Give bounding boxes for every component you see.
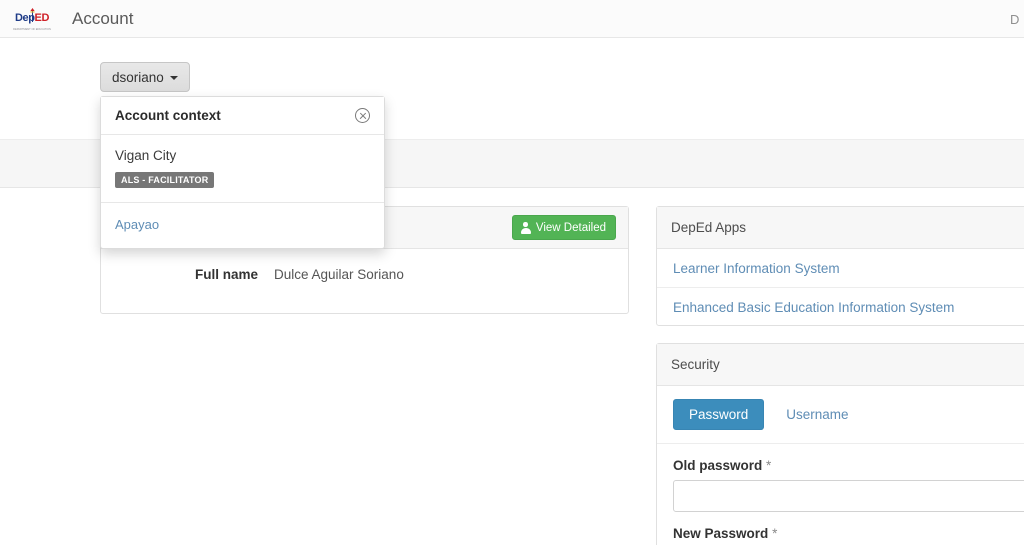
context-current-item[interactable]: Vigan City ALS - FACILITATOR <box>101 135 384 203</box>
old-password-label: Old password * <box>673 458 1024 473</box>
person-icon <box>521 222 531 234</box>
new-password-group: New Password * <box>673 526 1024 541</box>
password-form: Old password * New Password * <box>657 444 1024 541</box>
old-password-label-text: Old password <box>673 458 763 473</box>
app-link-lis[interactable]: Learner Information System <box>673 261 840 276</box>
logo-ed-text: ED <box>34 12 50 24</box>
top-navbar: DepED DEPARTMENT OF EDUCATION Account D <box>0 0 1024 38</box>
navbar-right-group: D <box>1010 0 1024 38</box>
profile-panel-body: Full name Dulce Aguilar Soriano <box>101 249 628 282</box>
user-menu-toggle[interactable]: D <box>1010 12 1022 27</box>
full-name-value: Dulce Aguilar Soriano <box>274 267 404 282</box>
old-password-input[interactable] <box>673 480 1024 512</box>
account-context-title: Account context <box>115 108 221 123</box>
full-name-label: Full name <box>194 267 258 282</box>
logo-torch-icon <box>30 7 35 22</box>
old-password-group: Old password * <box>673 458 1024 512</box>
security-panel-header: Security <box>657 344 1024 386</box>
status-badge: ALS - FACILITATOR <box>115 172 215 188</box>
list-item[interactable]: Enhanced Basic Education Information Sys… <box>657 288 1024 327</box>
deped-logo-icon[interactable]: DepED DEPARTMENT OF EDUCATION <box>13 7 51 31</box>
tab-password[interactable]: Password <box>673 399 765 430</box>
page-title: Account <box>72 8 134 28</box>
new-password-label: New Password * <box>673 526 1024 541</box>
required-asterisk: * <box>766 458 772 473</box>
logo-tagline: DEPARTMENT OF EDUCATION <box>13 27 51 31</box>
security-panel: Security Password Username Old password … <box>656 343 1024 545</box>
context-link-apayao[interactable]: Apayao <box>115 217 159 232</box>
view-detailed-label: View Detailed <box>535 221 606 234</box>
app-link-ebeis[interactable]: Enhanced Basic Education Information Sys… <box>673 300 954 315</box>
tab-username[interactable]: Username <box>770 399 864 430</box>
account-context-popover: Account context Vigan City ALS - FACILIT… <box>100 96 385 249</box>
context-other-item[interactable]: Apayao <box>101 203 384 248</box>
deped-apps-panel-header: DepEd Apps <box>657 207 1024 249</box>
close-circle-icon[interactable] <box>355 108 370 123</box>
context-current-name: Vigan City <box>115 148 177 163</box>
new-password-label-text: New Password <box>673 526 769 541</box>
context-switcher-button[interactable]: dsoriano <box>100 62 190 92</box>
caret-down-icon <box>169 76 178 80</box>
deped-apps-panel: DepEd Apps Learner Information System En… <box>656 206 1024 326</box>
list-item[interactable]: Learner Information System <box>657 249 1024 288</box>
security-tabs: Password Username <box>657 386 1024 444</box>
deped-apps-title: DepEd Apps <box>671 220 747 235</box>
security-title: Security <box>671 357 720 372</box>
context-switcher-label: dsoriano <box>112 69 164 85</box>
required-asterisk: * <box>772 526 778 541</box>
view-detailed-button[interactable]: View Detailed <box>511 215 616 240</box>
account-context-header: Account context <box>101 97 384 135</box>
